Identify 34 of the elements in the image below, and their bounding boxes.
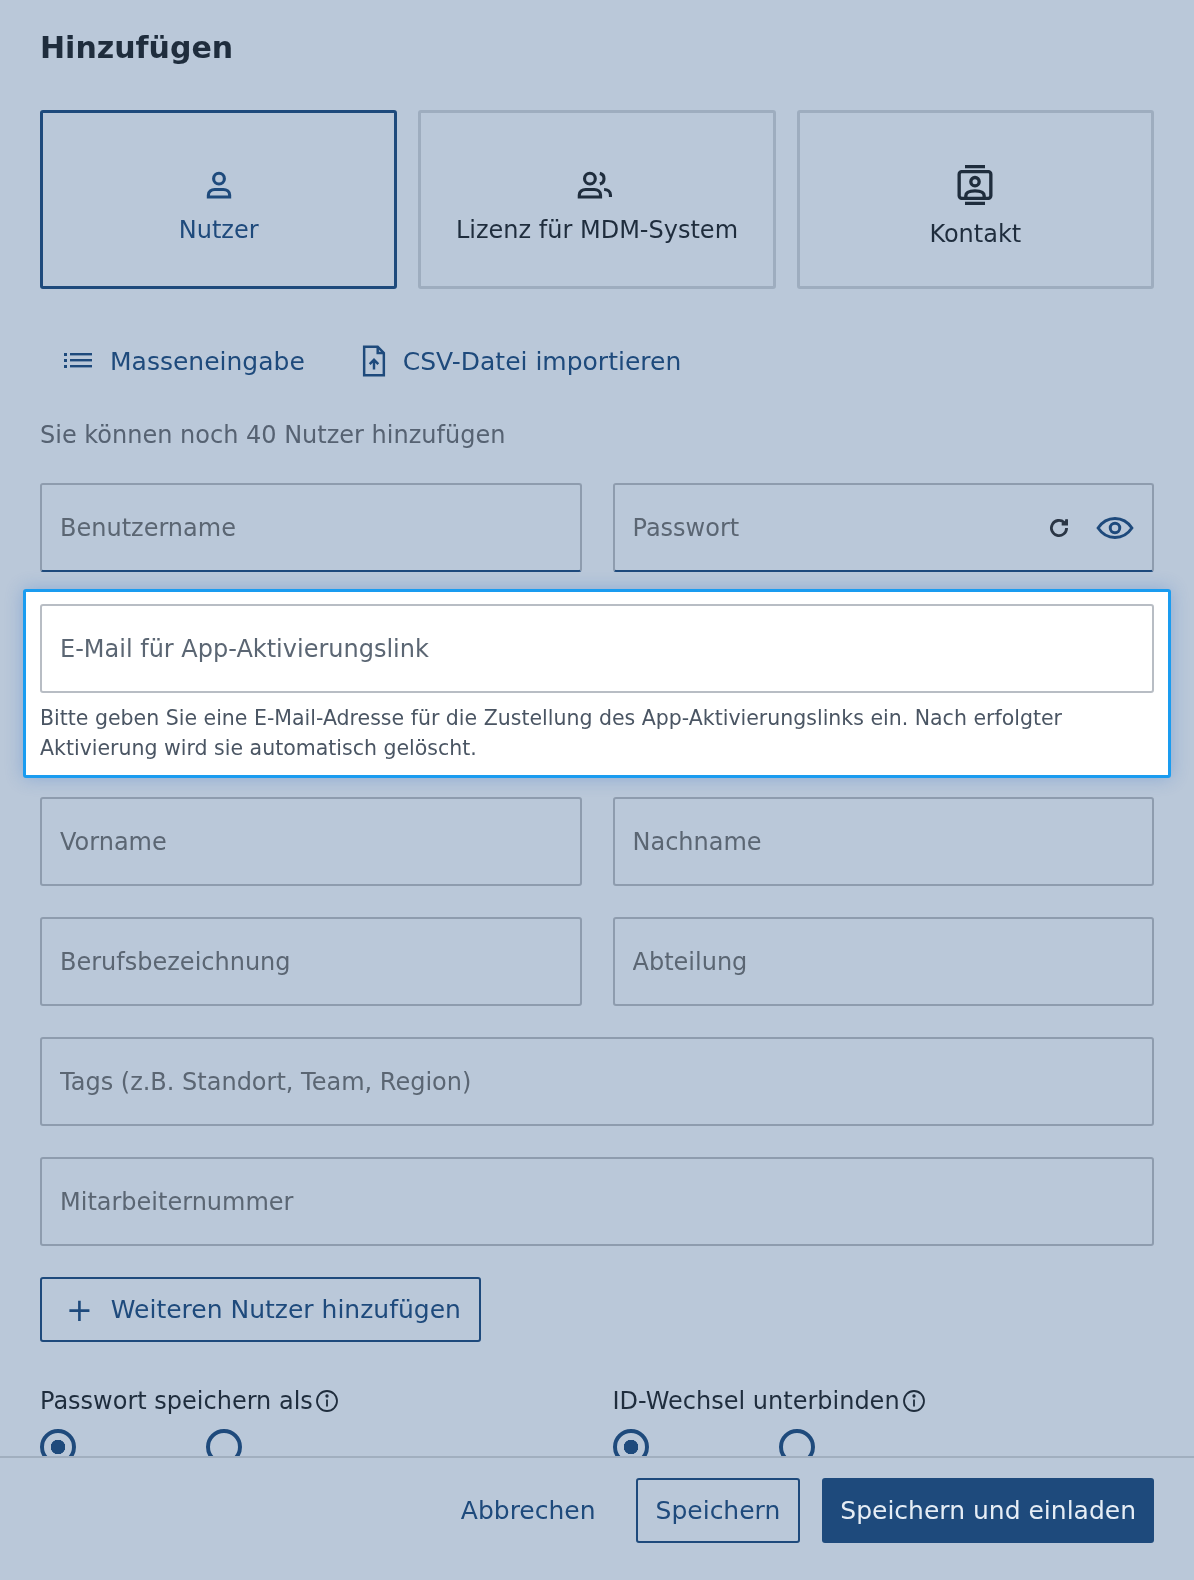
text-field[interactable]: Tags (z.B. Standort, Team, Region) — [40, 1037, 1154, 1126]
option-label: Passwort speichern als — [40, 1387, 313, 1415]
cancel-button[interactable]: Abbrechen — [442, 1478, 614, 1543]
eye-icon[interactable] — [1096, 514, 1134, 541]
radio-button[interactable] — [40, 1429, 76, 1456]
type-tile[interactable]: Nutzer — [40, 110, 398, 289]
radio-button[interactable] — [612, 1429, 649, 1456]
info-icon[interactable] — [314, 1389, 339, 1413]
import-link[interactable]: CSV-Datei importieren — [360, 345, 682, 377]
option-label: ID-Wechsel unterbinden — [612, 1387, 900, 1415]
radio-button[interactable] — [778, 1429, 815, 1456]
add-user-button[interactable]: + Weiteren Nutzer hinzufügen — [40, 1277, 481, 1342]
file-upload-icon — [360, 345, 387, 377]
radio-button[interactable] — [206, 1429, 242, 1456]
dialog-title: Hinzufügen — [40, 29, 235, 67]
list-icon — [64, 351, 94, 371]
email-field[interactable]: E-Mail für App-Aktivierungslink — [40, 604, 1154, 693]
text-field[interactable]: Abteilung — [612, 917, 1154, 1006]
remaining-users-text: Sie können noch 40 Nutzer hinzufügen — [40, 421, 507, 449]
text-field[interactable]: Nachname — [612, 797, 1154, 886]
info-icon[interactable] — [901, 1389, 926, 1413]
contact-card-icon — [955, 163, 996, 206]
bulk-entry-link[interactable]: Masseneingabe — [64, 345, 305, 377]
save-button[interactable]: Speichern — [635, 1478, 801, 1543]
text-field[interactable]: Vorname — [40, 797, 582, 886]
email-hint: Bitte geben Sie eine E-Mail-Adresse für die Zustellung des App-Aktivierungslinks ein. Nach erfolgter Aktivierung wird sie automatisch gelöscht. — [40, 705, 1063, 762]
type-tile[interactable]: Lizenz für MDM-System — [418, 110, 776, 289]
type-tile[interactable]: Kontakt — [796, 110, 1154, 289]
save-invite-button[interactable]: Speichern und einladen — [822, 1478, 1154, 1543]
password-input[interactable]: Passwort — [632, 513, 1022, 542]
text-field[interactable]: Benutzername — [40, 483, 582, 572]
text-field[interactable]: Berufsbezeichnung — [40, 917, 582, 1006]
password-field[interactable]: Passwort — [612, 483, 1154, 572]
text-field[interactable]: Mitarbeiternummer — [40, 1157, 1154, 1246]
